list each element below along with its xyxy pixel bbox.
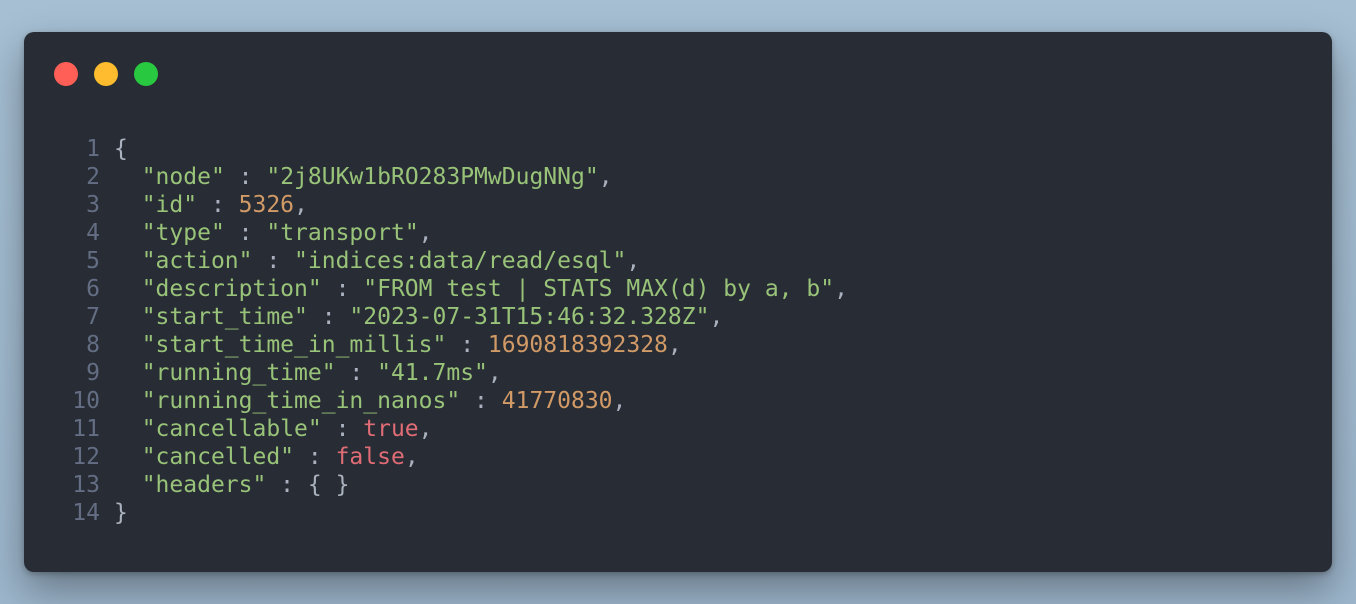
code-line: 12 "cancelled" : false, bbox=[64, 443, 848, 471]
separator: : bbox=[460, 388, 502, 414]
line-number: 9 bbox=[86, 360, 100, 386]
close-button[interactable] bbox=[54, 62, 78, 86]
brace: { bbox=[114, 136, 128, 162]
line-number: 14 bbox=[72, 500, 100, 526]
json-value: "2j8UKw1bRO283PMwDugNNg" bbox=[266, 164, 599, 190]
line-number: 3 bbox=[86, 192, 100, 218]
separator: : bbox=[294, 444, 336, 470]
json-key: "headers" bbox=[141, 472, 267, 498]
brace: } bbox=[114, 500, 128, 526]
separator: : bbox=[335, 360, 378, 386]
json-value: 5326 bbox=[238, 192, 295, 218]
code-line: 1{ bbox=[64, 135, 848, 163]
separator: : bbox=[446, 332, 488, 358]
json-key: "description" bbox=[141, 276, 322, 302]
line-number: 13 bbox=[72, 472, 100, 498]
separator: : bbox=[266, 472, 308, 498]
json-key: "action" bbox=[141, 248, 253, 274]
separator: : bbox=[252, 248, 295, 274]
json-value: 41770830 bbox=[501, 388, 613, 414]
json-value: false bbox=[335, 444, 405, 470]
separator: : bbox=[321, 416, 364, 442]
window-controls bbox=[54, 62, 158, 86]
trailing-comma: , bbox=[598, 164, 613, 190]
line-number: 8 bbox=[86, 332, 100, 358]
trailing-comma: , bbox=[418, 220, 433, 246]
code-window: 1{2 "node" : "2j8UKw1bRO283PMwDugNNg", 3 … bbox=[24, 32, 1332, 572]
line-number: 2 bbox=[86, 164, 100, 190]
code-line: 3 "id" : 5326, bbox=[64, 191, 848, 219]
json-key: "cancellable" bbox=[141, 416, 322, 442]
line-number: 10 bbox=[72, 388, 100, 414]
trailing-comma: , bbox=[667, 332, 682, 358]
separator: : bbox=[307, 304, 350, 330]
json-key: "cancelled" bbox=[141, 444, 295, 470]
line-number: 1 bbox=[86, 136, 100, 162]
json-value: "transport" bbox=[266, 220, 419, 246]
code-line: 2 "node" : "2j8UKw1bRO283PMwDugNNg", bbox=[64, 163, 848, 191]
json-key: "type" bbox=[141, 220, 225, 246]
code-line: 13 "headers" : { } bbox=[64, 471, 848, 499]
trailing-comma: , bbox=[404, 444, 419, 470]
trailing-comma: , bbox=[487, 360, 502, 386]
json-key: "start_time_in_millis" bbox=[141, 332, 447, 358]
code-block: 1{2 "node" : "2j8UKw1bRO283PMwDugNNg", 3 … bbox=[64, 135, 848, 527]
line-number: 7 bbox=[86, 304, 100, 330]
json-key: "start_time" bbox=[141, 304, 308, 330]
code-line: 11 "cancellable" : true, bbox=[64, 415, 848, 443]
trailing-comma: , bbox=[709, 304, 724, 330]
code-line: 7 "start_time" : "2023-07-31T15:46:32.32… bbox=[64, 303, 848, 331]
json-value: "41.7ms" bbox=[377, 360, 488, 386]
separator: : bbox=[197, 192, 239, 218]
separator: : bbox=[224, 164, 267, 190]
json-key: "node" bbox=[141, 164, 225, 190]
json-value: "indices:data/read/esql" bbox=[294, 248, 627, 274]
json-key: "id" bbox=[141, 192, 198, 218]
line-number: 12 bbox=[72, 444, 100, 470]
trailing-comma: , bbox=[294, 192, 308, 218]
separator: : bbox=[224, 220, 267, 246]
minimize-button[interactable] bbox=[94, 62, 118, 86]
code-line: 6 "description" : "FROM test | STATS MAX… bbox=[64, 275, 848, 303]
line-number: 6 bbox=[86, 276, 100, 302]
json-value: "FROM test | STATS MAX(d) by a, b" bbox=[363, 276, 835, 302]
code-line: 10 "running_time_in_nanos" : 41770830, bbox=[64, 387, 848, 415]
json-value: { } bbox=[307, 472, 350, 498]
json-value: "2023-07-31T15:46:32.328Z" bbox=[349, 304, 710, 330]
line-number: 5 bbox=[86, 248, 100, 274]
line-number: 11 bbox=[72, 416, 100, 442]
trailing-comma: , bbox=[418, 416, 433, 442]
separator: : bbox=[321, 276, 364, 302]
trailing-comma: , bbox=[626, 248, 641, 274]
code-line: 5 "action" : "indices:data/read/esql", bbox=[64, 247, 848, 275]
maximize-button[interactable] bbox=[134, 62, 158, 86]
trailing-comma: , bbox=[612, 388, 627, 414]
json-key: "running_time_in_nanos" bbox=[141, 388, 461, 414]
json-value: true bbox=[363, 416, 419, 442]
json-value: 1690818392328 bbox=[487, 332, 668, 358]
line-number: 4 bbox=[86, 220, 100, 246]
code-line: 4 "type" : "transport", bbox=[64, 219, 848, 247]
code-line: 14} bbox=[64, 499, 848, 527]
json-key: "running_time" bbox=[141, 360, 336, 386]
trailing-comma: , bbox=[834, 276, 848, 302]
code-line: 8 "start_time_in_millis" : 1690818392328… bbox=[64, 331, 848, 359]
code-line: 9 "running_time" : "41.7ms", bbox=[64, 359, 848, 387]
